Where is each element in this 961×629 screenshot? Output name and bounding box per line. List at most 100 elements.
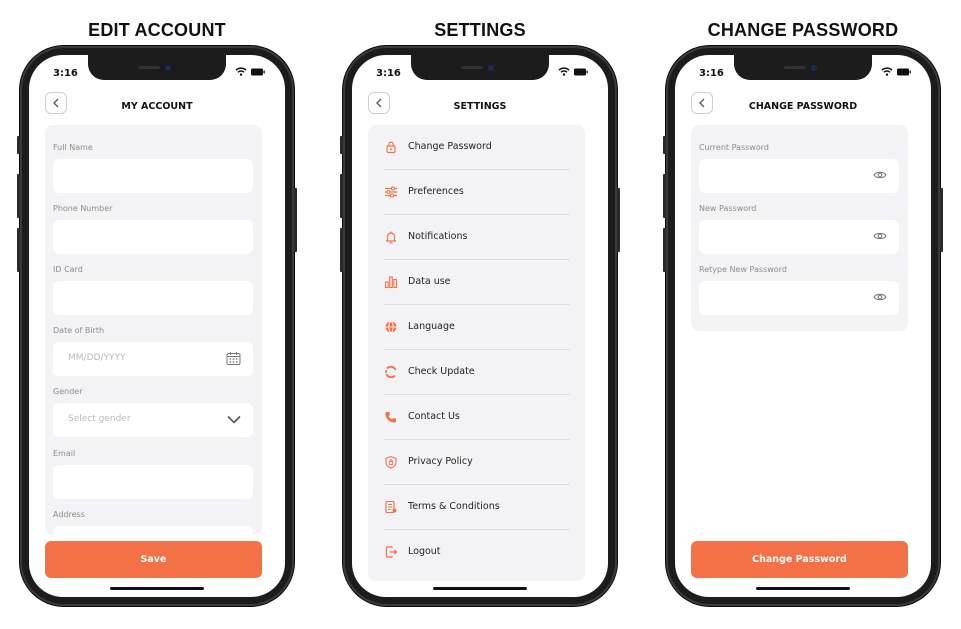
menu-item-preferences[interactable]: Preferences bbox=[384, 170, 570, 215]
menu-item-change-password[interactable]: Change Password bbox=[384, 125, 570, 170]
new-password-input[interactable] bbox=[699, 220, 899, 254]
menu-item-contact-us[interactable]: Contact Us bbox=[384, 395, 570, 440]
gender-placeholder: Select gender bbox=[68, 414, 131, 424]
wifi-icon bbox=[881, 67, 893, 76]
eye-icon[interactable] bbox=[873, 292, 887, 302]
menu-label: Logout bbox=[408, 546, 441, 557]
lock-icon bbox=[386, 141, 396, 154]
status-icons bbox=[558, 67, 588, 76]
side-button bbox=[340, 136, 343, 154]
field-label-id-card: ID Card bbox=[53, 265, 83, 274]
notch bbox=[411, 55, 549, 80]
field-label-dob: Date of Birth bbox=[53, 326, 105, 335]
home-indicator bbox=[110, 587, 204, 590]
account-form: Full Name Phone Number ID Card Date of B… bbox=[45, 125, 262, 560]
chevron-down-icon[interactable] bbox=[227, 415, 241, 424]
password-form: Current Password New Password Retype New… bbox=[691, 125, 908, 331]
side-button bbox=[617, 188, 620, 252]
menu-label: Check Update bbox=[408, 366, 475, 377]
status-icons bbox=[881, 67, 911, 76]
id-card-input[interactable] bbox=[53, 281, 253, 315]
eye-icon[interactable] bbox=[873, 170, 887, 180]
gender-select[interactable]: Select gender bbox=[53, 403, 253, 437]
field-label-gender: Gender bbox=[53, 387, 83, 396]
phone-icon bbox=[385, 412, 396, 423]
status-time: 3:16 bbox=[53, 68, 78, 79]
screen: 3:16 MY ACCOUNT Full Name Phone Number I… bbox=[29, 55, 285, 597]
phone-change-password: 3:16 CHANGE PASSWORD Current Password Ne… bbox=[663, 46, 943, 606]
page-title: CHANGE PASSWORD bbox=[748, 101, 858, 112]
calendar-icon[interactable] bbox=[226, 351, 241, 366]
eye-icon[interactable] bbox=[873, 231, 887, 241]
menu-item-privacy-policy[interactable]: Privacy Policy bbox=[384, 440, 570, 485]
save-button[interactable]: Save bbox=[45, 541, 262, 578]
menu-label: Privacy Policy bbox=[408, 456, 473, 467]
change-password-button[interactable]: Change Password bbox=[691, 541, 908, 578]
menu-item-data-use[interactable]: Data use bbox=[384, 260, 570, 305]
menu-label: Change Password bbox=[408, 141, 492, 152]
menu-label: Data use bbox=[408, 276, 451, 287]
menu-label: Preferences bbox=[408, 186, 464, 197]
menu-item-check-update[interactable]: Check Update bbox=[384, 350, 570, 395]
refresh-icon bbox=[385, 365, 397, 379]
retype-password-input[interactable] bbox=[699, 281, 899, 315]
heading-settings: SETTINGS bbox=[434, 20, 526, 40]
battery-icon bbox=[897, 68, 911, 75]
side-button bbox=[294, 188, 297, 252]
page-title: SETTINGS bbox=[453, 101, 507, 112]
dob-placeholder: MM/DD/YYYY bbox=[68, 353, 126, 363]
field-label-retype-password: Retype New Password bbox=[699, 265, 787, 274]
menu-label: Notifications bbox=[408, 231, 468, 242]
phone-settings: 3:16 SETTINGS Change Password Preference… bbox=[340, 46, 620, 606]
field-label-current-password: Current Password bbox=[699, 143, 769, 152]
side-button bbox=[17, 136, 20, 154]
bar-chart-icon bbox=[384, 276, 398, 289]
side-button bbox=[663, 136, 666, 154]
screen: 3:16 CHANGE PASSWORD Current Password Ne… bbox=[675, 55, 931, 597]
phone-edit-account: 3:16 MY ACCOUNT Full Name Phone Number I… bbox=[17, 46, 297, 606]
menu-item-language[interactable]: Language bbox=[384, 305, 570, 350]
side-button bbox=[17, 228, 20, 272]
side-button bbox=[940, 188, 943, 252]
field-label-email: Email bbox=[53, 449, 76, 458]
document-icon bbox=[385, 500, 397, 514]
side-button bbox=[340, 174, 343, 218]
field-label-new-password: New Password bbox=[699, 204, 757, 213]
current-password-input[interactable] bbox=[699, 159, 899, 193]
status-time: 3:16 bbox=[376, 68, 401, 79]
menu-item-notifications[interactable]: Notifications bbox=[384, 215, 570, 260]
heading-edit-account: EDIT ACCOUNT bbox=[88, 20, 226, 40]
full-name-input[interactable] bbox=[53, 159, 253, 193]
status-time: 3:16 bbox=[699, 68, 724, 79]
logout-icon bbox=[385, 546, 398, 558]
side-button bbox=[340, 228, 343, 272]
menu-item-logout[interactable]: Logout bbox=[384, 530, 570, 575]
date-of-birth-input[interactable]: MM/DD/YYYY bbox=[53, 342, 253, 376]
wifi-icon bbox=[235, 67, 247, 76]
screen: 3:16 SETTINGS Change Password Preference… bbox=[352, 55, 608, 597]
home-indicator bbox=[756, 587, 850, 590]
email-input[interactable] bbox=[53, 465, 253, 499]
wifi-icon bbox=[558, 67, 570, 76]
notch bbox=[734, 55, 872, 80]
menu-label: Terms & Conditions bbox=[408, 501, 500, 512]
status-icons bbox=[235, 67, 265, 76]
battery-icon bbox=[574, 68, 588, 75]
heading-change-password: CHANGE PASSWORD bbox=[707, 20, 899, 40]
phone-number-input[interactable] bbox=[53, 220, 253, 254]
home-indicator bbox=[433, 587, 527, 590]
page-title: MY ACCOUNT bbox=[121, 101, 193, 112]
shield-icon bbox=[385, 455, 397, 469]
settings-menu: Change Password Preferences Notification… bbox=[368, 125, 585, 581]
globe-icon bbox=[385, 321, 397, 333]
menu-label: Contact Us bbox=[408, 411, 460, 422]
menu-label: Language bbox=[408, 321, 455, 332]
menu-item-terms-conditions[interactable]: Terms & Conditions bbox=[384, 485, 570, 530]
battery-icon bbox=[251, 68, 265, 75]
bell-icon bbox=[385, 231, 397, 244]
notch bbox=[88, 55, 226, 80]
field-label-phone: Phone Number bbox=[53, 204, 113, 213]
side-button bbox=[663, 174, 666, 218]
field-label-full-name: Full Name bbox=[53, 143, 93, 152]
side-button bbox=[17, 174, 20, 218]
